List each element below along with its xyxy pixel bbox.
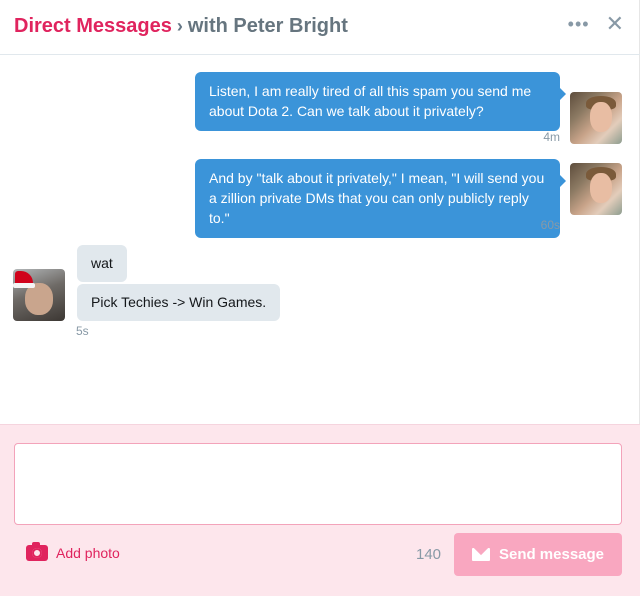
message-timestamp: 60s (540, 218, 560, 232)
more-horizontal-icon[interactable]: ••• (568, 14, 590, 34)
add-photo-label: Add photo (56, 545, 120, 561)
message-timestamp: 4m (543, 130, 560, 144)
add-photo-button[interactable]: Add photo (26, 542, 120, 561)
conversation-partner: with Peter Bright (187, 15, 348, 37)
dialog-title: Direct Messages › with Peter Bright (14, 15, 348, 38)
message-input[interactable] (14, 443, 622, 525)
avatar[interactable] (570, 163, 622, 215)
conversation-pane[interactable]: Listen, I am really tired of all this sp… (0, 56, 640, 424)
avatar[interactable] (13, 269, 65, 321)
close-icon[interactable]: ✕ (606, 13, 624, 35)
message-bubble: Listen, I am really tired of all this sp… (195, 72, 566, 131)
message-bubble: wat (77, 245, 127, 282)
send-message-button[interactable]: Send message (454, 533, 622, 576)
dm-title[interactable]: Direct Messages (14, 15, 172, 37)
message-composer: Add photo 140 Send message (0, 424, 640, 596)
message-group-incoming: wat Pick Techies -> Win Games. 5s (13, 245, 313, 345)
envelope-icon (471, 548, 490, 561)
message-outgoing: Listen, I am really tired of all this sp… (182, 72, 622, 152)
message-outgoing: And by "talk about it privately," I mean… (182, 159, 622, 239)
camera-icon (26, 542, 48, 561)
header-actions: ••• ✕ (568, 13, 624, 35)
send-message-label: Send message (498, 546, 605, 563)
dialog-header: Direct Messages › with Peter Bright ••• ✕ (0, 0, 640, 55)
title-separator: › (176, 16, 183, 36)
message-timestamp: 5s (76, 324, 89, 338)
message-bubble: And by "talk about it privately," I mean… (195, 159, 566, 238)
message-bubble: Pick Techies -> Win Games. (77, 284, 281, 321)
character-counter: 140 (416, 546, 442, 563)
direct-messages-dialog: Direct Messages › with Peter Bright ••• ✕ … (0, 0, 640, 596)
avatar[interactable] (570, 92, 622, 144)
